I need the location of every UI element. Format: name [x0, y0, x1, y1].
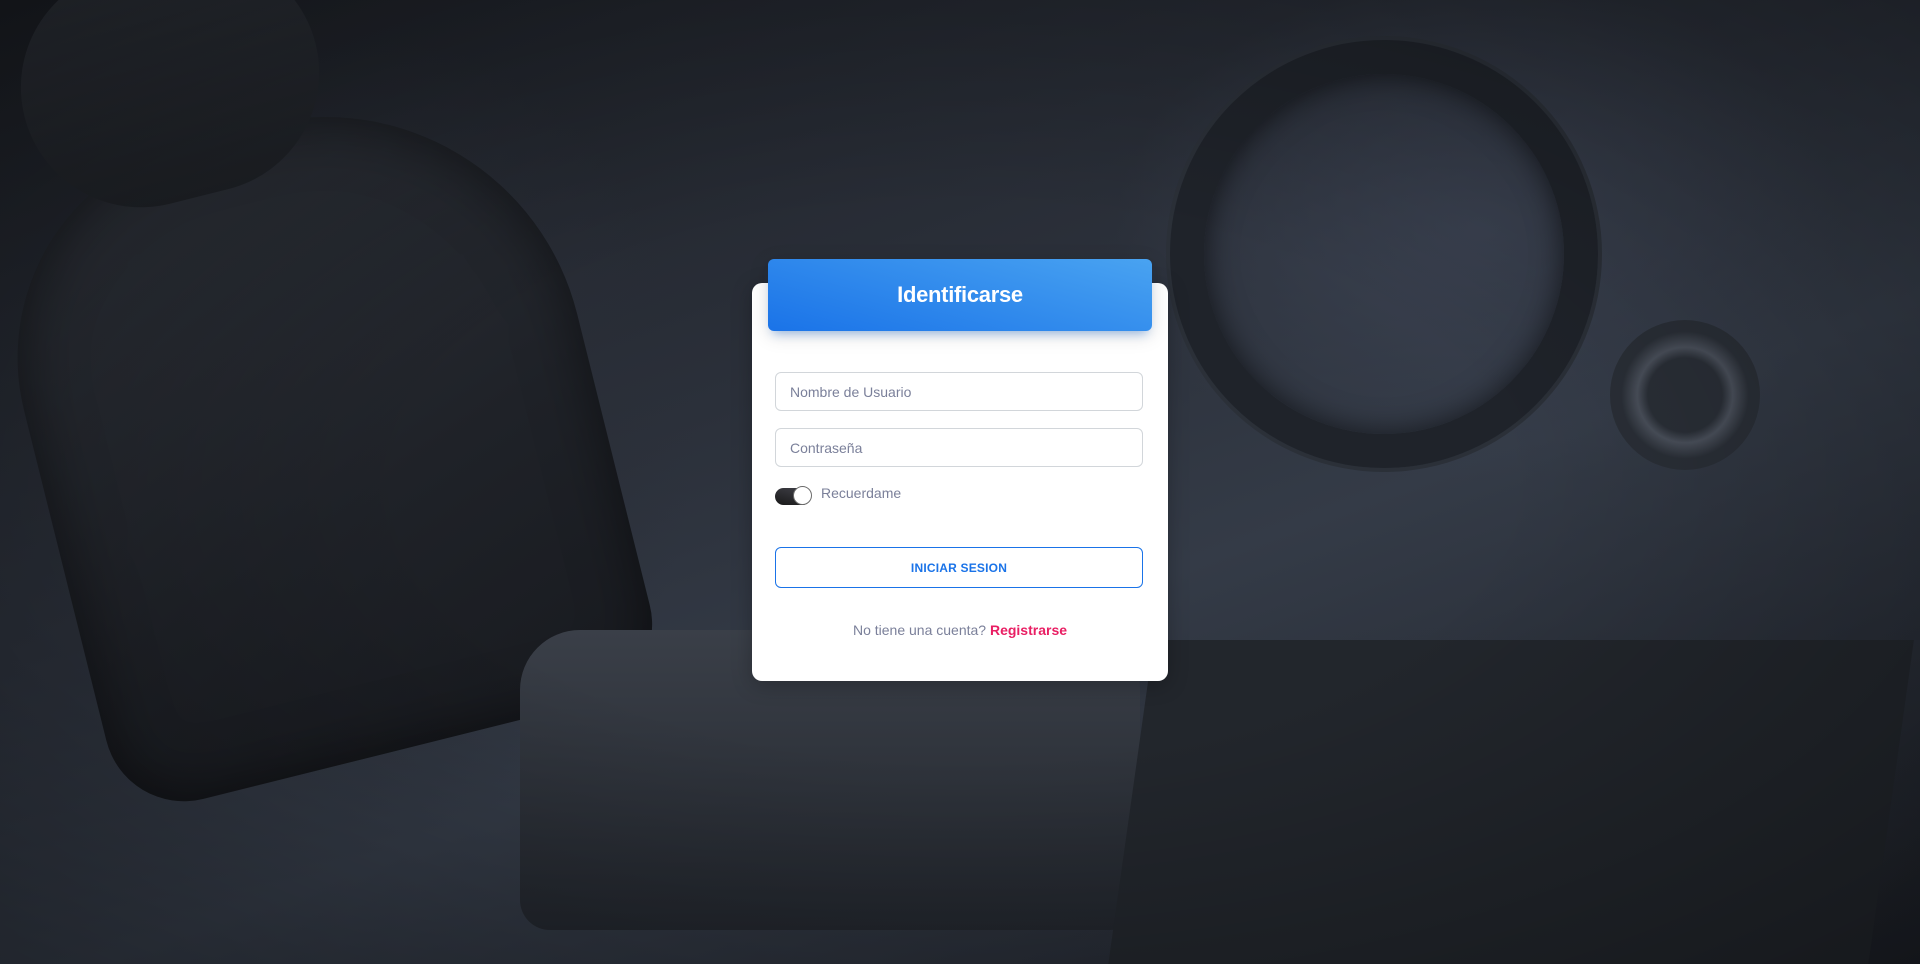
username-input[interactable] — [775, 372, 1143, 411]
login-button[interactable]: INICIAR SESION — [775, 547, 1143, 588]
remember-me: Recuerdame — [775, 484, 901, 508]
toggle-knob — [793, 485, 812, 505]
remember-label: Recuerdame — [821, 485, 902, 501]
remember-toggle[interactable] — [775, 485, 812, 505]
login-card-header: Identificarse — [768, 259, 1152, 331]
signup-prompt: No tiene una cuenta? Registrarse — [752, 622, 1168, 638]
login-title: Identificarse — [897, 282, 1023, 307]
signup-link[interactable]: Registrarse — [990, 622, 1067, 638]
password-input[interactable] — [775, 428, 1143, 467]
signup-prompt-text: No tiene una cuenta? — [852, 622, 987, 638]
